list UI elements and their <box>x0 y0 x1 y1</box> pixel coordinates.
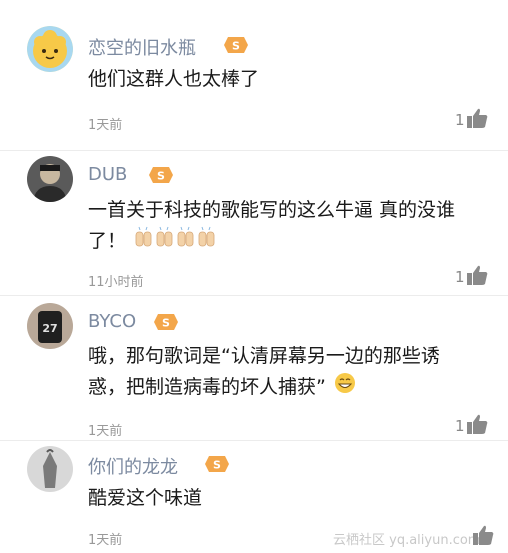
comment-text-line: 惑，把制造病毒的坏人捕获” <box>88 376 326 398</box>
avatar[interactable]: 27 <box>27 303 73 349</box>
comment-text-line: 了！ <box>88 230 127 252</box>
divider <box>0 150 508 151</box>
timestamp: 1天前 <box>88 533 123 548</box>
username[interactable]: BYCO <box>88 311 136 332</box>
level-badge-icon: S <box>224 37 248 53</box>
username[interactable]: 恋空的旧水瓶 <box>88 34 196 60</box>
divider <box>0 295 508 296</box>
username[interactable]: 你们的龙龙 <box>88 453 178 479</box>
timestamp: 11小时前 <box>88 275 144 290</box>
thumbs-up-icon[interactable] <box>472 524 494 546</box>
timestamp: 1天前 <box>88 424 123 439</box>
thumbs-up-icon[interactable] <box>466 264 488 286</box>
svg-text:27: 27 <box>42 322 57 335</box>
thumbs-up-icon[interactable] <box>466 413 488 435</box>
comment-text: 酷爱这个味道 <box>88 487 203 509</box>
avatar[interactable] <box>27 26 73 72</box>
avatar[interactable] <box>27 156 73 202</box>
svg-text:S: S <box>213 459 221 472</box>
clapping-hands-emoji-icon <box>134 226 218 258</box>
username[interactable]: DUB <box>88 164 127 185</box>
comment-text: 他们这群人也太棒了 <box>88 68 260 90</box>
level-badge-icon: S <box>149 167 173 183</box>
svg-text:S: S <box>157 170 165 183</box>
comment-text: 哦，那句歌词是“认清屏幕另一边的那些诱 <box>88 345 440 367</box>
comment-text: 一首关于科技的歌能写的这么牛逼 真的没谁 <box>88 199 456 221</box>
thumbs-up-icon[interactable] <box>466 107 488 129</box>
comment-text: 惑，把制造病毒的坏人捕获” <box>88 371 356 404</box>
avatar[interactable] <box>27 446 73 492</box>
like-count: 1 <box>455 268 465 286</box>
like-count: 1 <box>455 111 465 129</box>
comment-text: 了！ <box>88 225 218 258</box>
watermark: 云栖社区 yq.aliyun.com <box>333 533 481 548</box>
svg-text:S: S <box>232 40 240 53</box>
level-badge-icon: S <box>154 314 178 330</box>
svg-text:S: S <box>162 317 170 330</box>
like-count: 1 <box>455 417 465 435</box>
divider <box>0 440 508 441</box>
timestamp: 1天前 <box>88 118 123 133</box>
grinning-face-emoji-icon <box>334 372 356 404</box>
level-badge-icon: S <box>205 456 229 472</box>
